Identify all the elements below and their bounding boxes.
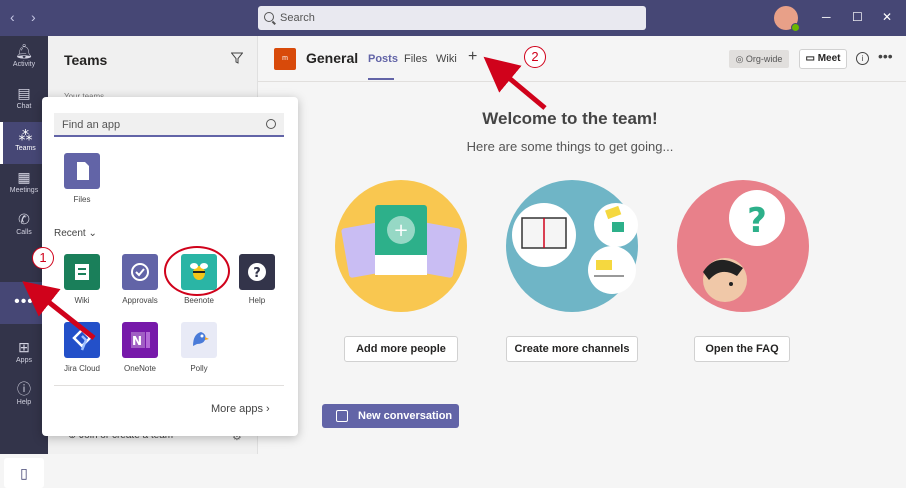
app-approvals[interactable]: Approvals xyxy=(110,254,170,305)
annotation-marker-1: 1 xyxy=(32,247,54,269)
more-options-icon[interactable]: ••• xyxy=(878,48,893,64)
highlight-circle xyxy=(164,246,230,296)
files-icon xyxy=(64,153,100,189)
open-faq-button[interactable]: Open the FAQ xyxy=(694,336,790,362)
app-jira-cloud[interactable]: Jira Cloud xyxy=(52,322,112,373)
rail-chat[interactable]: ▤ Chat xyxy=(0,80,48,122)
chevron-down-icon: ⌄ xyxy=(88,228,97,239)
back-button[interactable]: ‹ xyxy=(10,9,15,25)
jira-icon xyxy=(64,322,100,358)
add-tab-button[interactable]: + xyxy=(468,48,477,66)
find-app-input[interactable]: Find an app xyxy=(54,113,284,137)
help-icon: ? xyxy=(239,254,275,290)
annotation-marker-2: 2 xyxy=(524,46,546,68)
svg-text:?: ? xyxy=(747,201,767,241)
chevron-right-icon: › xyxy=(266,403,270,415)
search-icon xyxy=(264,12,274,22)
tab-files[interactable]: Files xyxy=(404,53,427,65)
compose-icon xyxy=(336,410,348,422)
add-people-illustration: + xyxy=(335,180,467,312)
teams-title: Teams xyxy=(64,52,108,68)
team-avatar: m xyxy=(274,48,296,70)
search-placeholder: Search xyxy=(280,12,315,24)
channel-header: m General Posts Files Wiki + ◎ Org-wide … xyxy=(258,36,906,82)
app-onenote[interactable]: N OneNote xyxy=(110,322,170,373)
divider xyxy=(54,385,284,386)
polly-icon xyxy=(181,322,217,358)
minimize-icon[interactable]: ─ xyxy=(822,10,831,24)
rail-calls[interactable]: ✆ Calls xyxy=(0,206,48,248)
bell-icon: 🔔︎ xyxy=(15,43,33,59)
phone-icon: ✆ xyxy=(18,211,30,227)
app-rail: 🔔︎ Activity ▤ Chat ⁂ Teams ▦ Meetings ✆ Calls… xyxy=(0,36,48,488)
maximize-icon[interactable]: ☐ xyxy=(852,10,863,24)
tab-underline xyxy=(368,78,394,80)
approvals-icon xyxy=(122,254,158,290)
rail-meetings[interactable]: ▦ Meetings xyxy=(0,164,48,206)
more-apps-button[interactable]: ••• xyxy=(0,282,48,324)
app-files[interactable]: Files xyxy=(52,153,112,204)
chat-icon: ▤ xyxy=(17,85,31,101)
avatar[interactable] xyxy=(774,6,800,32)
app-help[interactable]: ? Help xyxy=(227,254,287,305)
rail-help[interactable]: ⓘ Help xyxy=(0,376,48,418)
app-wiki[interactable]: Wiki xyxy=(52,254,112,305)
channel-name: General xyxy=(306,50,359,66)
new-conversation-button[interactable]: New conversation xyxy=(322,404,459,428)
create-more-channels-button[interactable]: Create more channels xyxy=(506,336,638,362)
calendar-icon: ▦ xyxy=(17,169,31,185)
rail-teams[interactable]: ⁂ Teams xyxy=(0,122,48,164)
info-icon[interactable]: i xyxy=(856,52,869,65)
add-more-people-button[interactable]: Add more people xyxy=(344,336,458,362)
presence-icon xyxy=(791,23,800,32)
wiki-icon xyxy=(64,254,100,290)
svg-text:?: ? xyxy=(253,266,261,281)
tab-wiki[interactable]: Wiki xyxy=(436,53,457,65)
recent-label[interactable]: Recent ⌄ xyxy=(54,228,97,239)
svg-text:N: N xyxy=(132,334,142,348)
org-wide-badge: ◎ Org-wide xyxy=(729,50,789,68)
title-bar: ‹ › Search ─ ☐ ✕ xyxy=(0,0,906,36)
rail-apps[interactable]: ⊞ Apps xyxy=(0,334,48,376)
svg-text:+: + xyxy=(393,220,408,241)
welcome-title: Welcome to the team! xyxy=(482,109,658,128)
channels-illustration xyxy=(506,180,638,312)
search-input[interactable]: Search xyxy=(258,6,646,30)
eye-icon: ◎ xyxy=(735,54,746,64)
filter-icon[interactable] xyxy=(231,52,243,64)
faq-illustration: ? xyxy=(677,180,809,312)
forward-button[interactable]: › xyxy=(31,9,36,25)
find-app-placeholder: Find an app xyxy=(62,119,121,131)
help-icon: ⓘ xyxy=(17,381,31,397)
welcome-subtitle: Here are some things to get going... xyxy=(466,139,674,154)
rail-activity[interactable]: 🔔︎ Activity xyxy=(0,38,48,80)
more-apps-link[interactable]: More apps › xyxy=(211,403,270,415)
close-icon[interactable]: ✕ xyxy=(882,10,892,24)
video-icon: ▭ xyxy=(805,53,818,64)
tab-posts[interactable]: Posts xyxy=(368,53,398,65)
search-icon xyxy=(266,119,276,129)
meet-button[interactable]: ▭ Meet xyxy=(799,49,847,69)
app-polly[interactable]: Polly xyxy=(169,322,229,373)
mobile-app-icon[interactable]: ▯ xyxy=(4,458,44,488)
apps-icon: ⊞ xyxy=(18,339,30,355)
onenote-icon: N xyxy=(122,322,158,358)
